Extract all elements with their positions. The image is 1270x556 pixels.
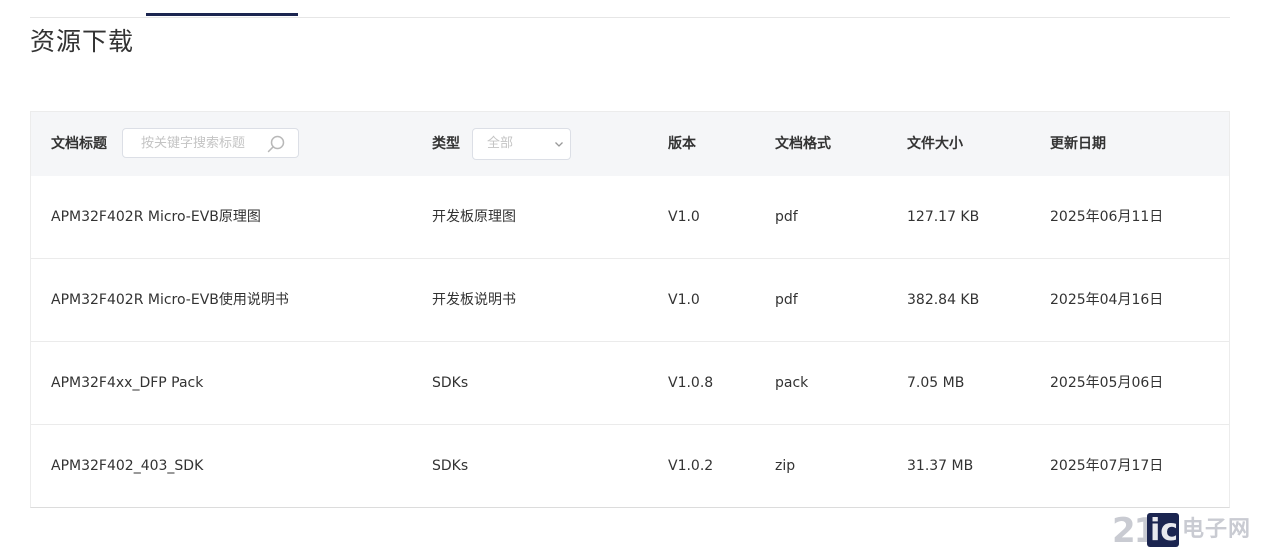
row-type: 开发板原理图 [432,209,516,225]
header-date: 更新日期 [1050,136,1106,152]
page-title: 资源下载 [30,27,135,56]
row-doc-title[interactable]: APM32F4xx_DFP Pack [51,342,203,424]
resource-table: 文档标题 类型 全部 版本 文档格式 文件大小 更新日期 APM32F402R … [30,111,1230,508]
row-date: 2025年06月11日 [1050,209,1164,225]
row-type: SDKs [432,458,469,474]
search-field[interactable] [122,128,299,158]
row-format: pack [775,375,809,391]
active-tab-indicator [146,13,298,16]
search-input[interactable] [141,129,266,157]
search-icon[interactable] [266,134,286,154]
site-watermark-logo: 21 ic 电子网 [1112,511,1262,551]
logo-ic: ic [1150,513,1179,548]
chevron-down-icon [555,142,563,147]
row-size: 31.37 MB [907,458,974,474]
header-size: 文件大小 [907,136,963,152]
row-format: pdf [775,292,798,308]
row-format: zip [775,458,796,474]
row-doc-title[interactable]: APM32F402R Micro-EVB原理图 [51,176,261,258]
logo-cn-text: 电子网 [1182,517,1252,542]
header-format: 文档格式 [775,136,831,152]
row-version: V1.0.8 [668,375,714,391]
row-date: 2025年04月16日 [1050,292,1164,308]
row-type: SDKs [432,375,469,391]
row-size: 382.84 KB [907,292,980,308]
type-select-value: 全部 [487,136,514,151]
table-body: APM32F402R Micro-EVB原理图 开发板原理图 V1.0 pdf … [31,176,1229,507]
row-version: V1.0 [668,292,700,308]
table-row[interactable]: APM32F402_403_SDK SDKs V1.0.2 zip 31.37 … [31,424,1229,507]
type-select[interactable]: 全部 [472,128,571,160]
header-version: 版本 [668,136,696,152]
row-date: 2025年05月06日 [1050,375,1164,391]
row-version: V1.0.2 [668,458,714,474]
row-doc-title[interactable]: APM32F402_403_SDK [51,425,203,507]
row-doc-title[interactable]: APM32F402R Micro-EVB使用说明书 [51,259,289,341]
table-row[interactable]: APM32F4xx_DFP Pack SDKs V1.0.8 pack 7.05… [31,341,1229,424]
header-type: 类型 [432,136,460,152]
row-date: 2025年07月17日 [1050,458,1164,474]
table-row[interactable]: APM32F402R Micro-EVB使用说明书 开发板说明书 V1.0 pd… [31,258,1229,341]
row-size: 7.05 MB [907,375,965,391]
top-divider [30,17,1230,18]
row-format: pdf [775,209,798,225]
row-version: V1.0 [668,209,700,225]
row-type: 开发板说明书 [432,292,516,308]
table-row[interactable]: APM32F402R Micro-EVB原理图 开发板原理图 V1.0 pdf … [31,176,1229,258]
row-size: 127.17 KB [907,209,980,225]
header-doc-title: 文档标题 [51,136,107,152]
table-header: 文档标题 类型 全部 版本 文档格式 文件大小 更新日期 [31,112,1229,176]
